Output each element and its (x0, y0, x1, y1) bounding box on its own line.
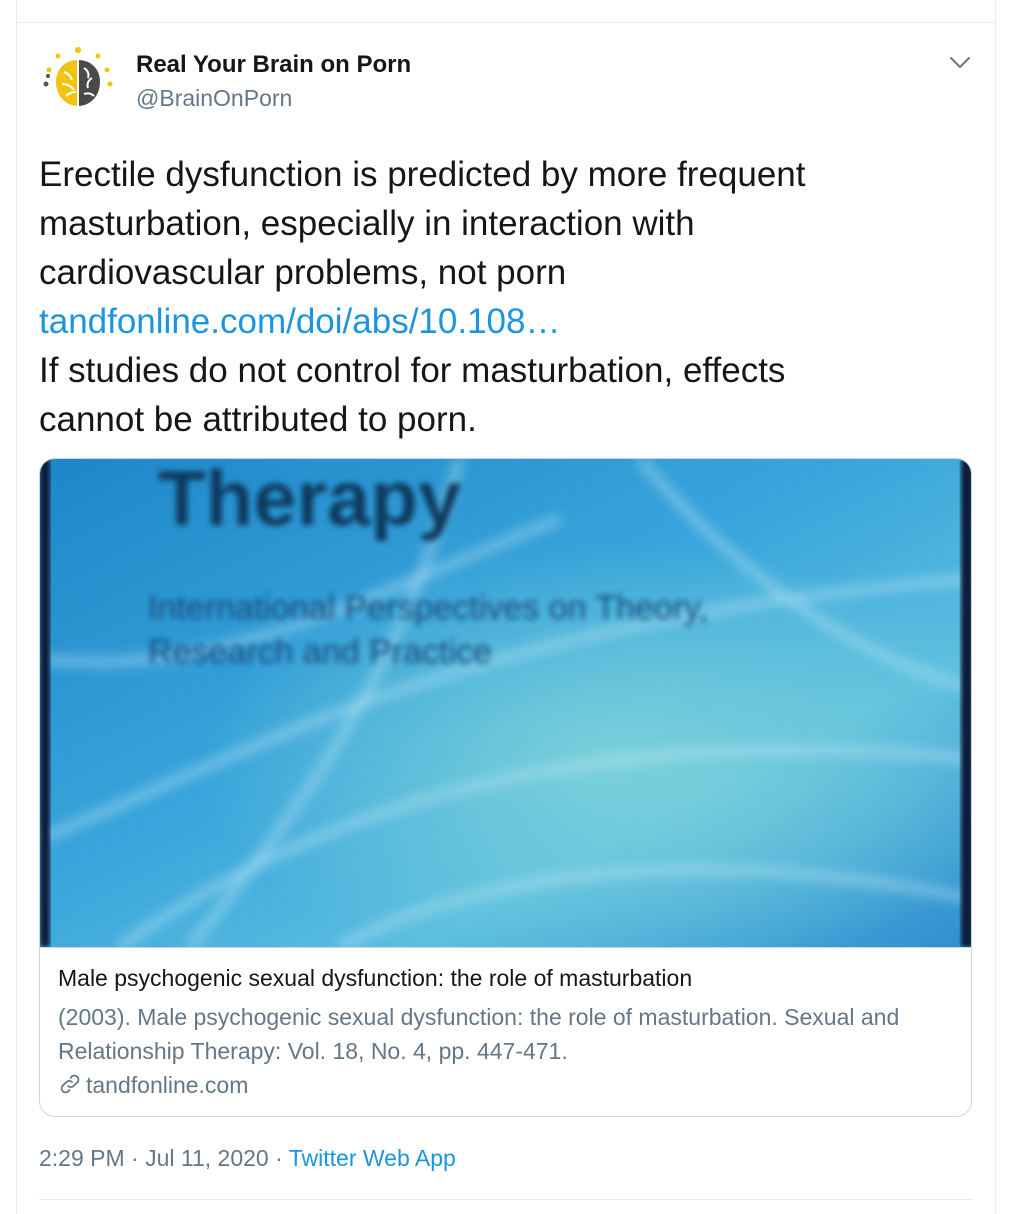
card-domain-text: tandfonline.com (86, 1072, 249, 1098)
card-description: (2003). Male psychogenic sexual dysfunct… (58, 1000, 958, 1068)
tweet-metadata: 2:29 PM · Jul 11, 2020 · Twitter Web App (39, 1145, 456, 1172)
author-display-name[interactable]: Real Your Brain on Porn (136, 51, 411, 79)
tweet-text-line: cannot be attributed to porn. (39, 400, 477, 439)
author-handle[interactable]: @BrainOnPorn (136, 85, 292, 112)
tweet-time[interactable]: 2:29 PM (39, 1145, 125, 1171)
link-preview-card[interactable]: Therapy International Perspectives on Th… (39, 458, 972, 1117)
link-icon (60, 1074, 80, 1094)
card-domain: tandfonline.com (58, 1072, 248, 1099)
tweet-date[interactable]: Jul 11, 2020 (145, 1145, 269, 1171)
brain-logo-icon (43, 47, 113, 106)
tweet-text: Erectile dysfunction is predicted by mor… (39, 150, 959, 444)
more-options-button[interactable] (946, 48, 974, 76)
divider (16, 22, 996, 23)
card-body[interactable]: Male psychogenic sexual dysfunction: the… (40, 947, 971, 1116)
tweet-source-link[interactable]: Twitter Web App (289, 1145, 456, 1171)
chevron-down-icon (950, 57, 970, 68)
tweet-text-line: masturbation, especially in interaction … (39, 204, 695, 243)
tweet-text-line: cardiovascular problems, not porn (39, 253, 567, 292)
card-title: Male psychogenic sexual dysfunction: the… (58, 965, 693, 991)
card-description-line: (2003). Male psychogenic sexual dysfunct… (58, 1004, 900, 1030)
card-description-line: Relationship Therapy: Vol. 18, No. 4, pp… (58, 1038, 568, 1064)
cover-subtitle-line: Research and Practice (148, 633, 492, 671)
tweet-text-line: Erectile dysfunction is predicted by mor… (39, 155, 806, 194)
tweet-text-line: If studies do not control for masturbati… (39, 351, 786, 390)
separator: · (124, 1145, 146, 1171)
cover-heading: Therapy (158, 459, 461, 542)
separator: · (268, 1145, 289, 1171)
cover-subtitle-line: International Perspectives on Theory, (148, 589, 708, 627)
journal-cover-image: Therapy International Perspectives on Th… (40, 459, 971, 947)
tweet-link[interactable]: tandfonline.com/doi/abs/10.108… (39, 297, 959, 346)
avatar[interactable] (40, 44, 116, 120)
card-image[interactable]: Therapy International Perspectives on Th… (40, 459, 971, 947)
divider (39, 1199, 974, 1200)
